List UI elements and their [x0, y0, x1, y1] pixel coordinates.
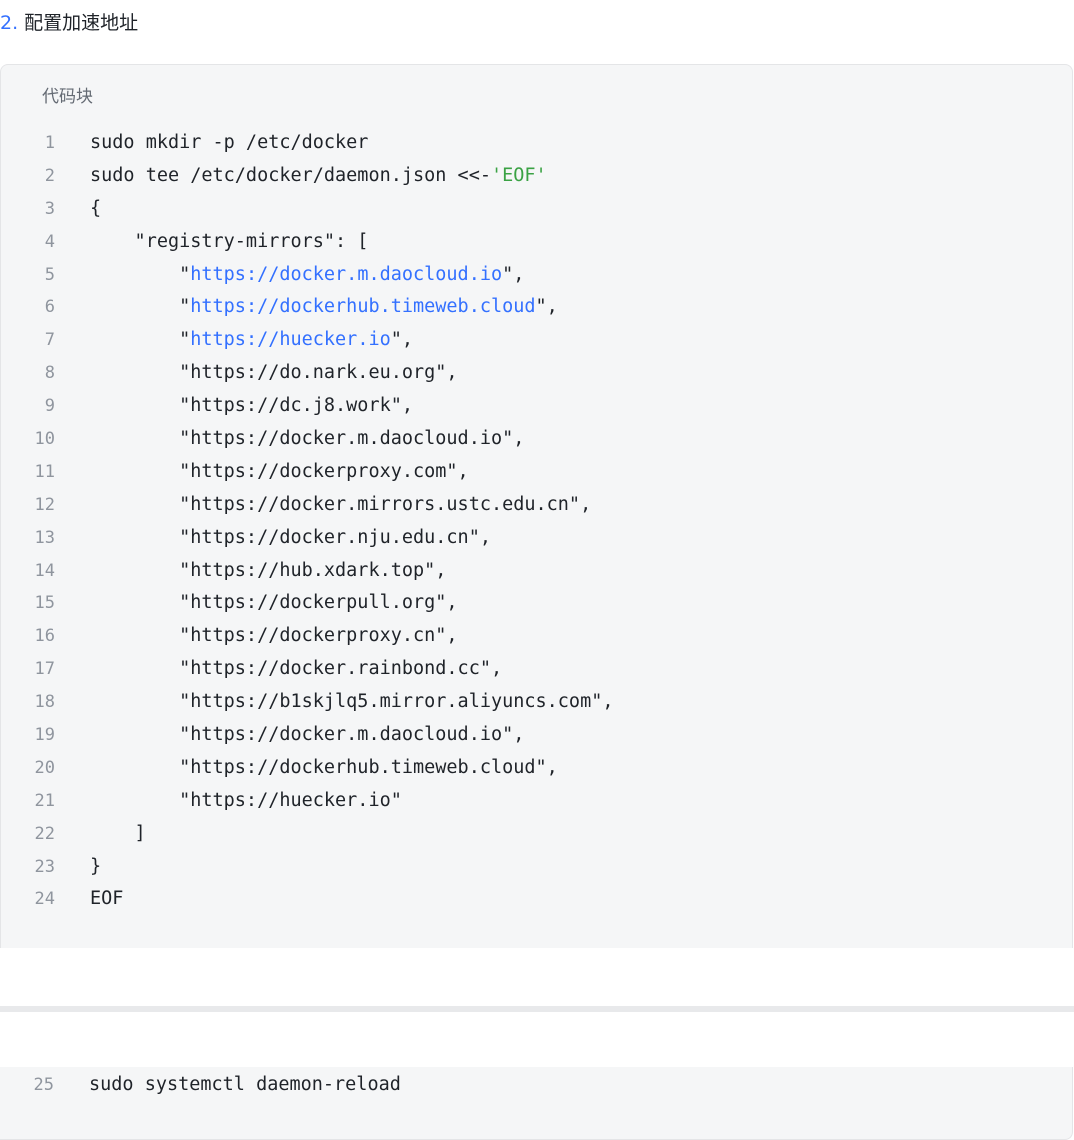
- line-number: 15: [34, 593, 55, 614]
- line-number: 21: [34, 790, 55, 811]
- code-text[interactable]: "https://do.nark.eu.org",: [90, 357, 457, 390]
- line-number: 3: [44, 198, 55, 219]
- code-text[interactable]: "registry-mirrors": [: [90, 226, 369, 259]
- code-line[interactable]: 8 "https://do.nark.eu.org",: [1, 357, 1072, 390]
- code-line[interactable]: 17 "https://docker.rainbond.cc",: [1, 653, 1072, 686]
- line-number: 1: [44, 133, 55, 153]
- line-number: 5: [44, 264, 55, 285]
- code-line[interactable]: 20 "https://dockerhub.timeweb.cloud",: [1, 752, 1072, 785]
- line-number: 14: [34, 560, 55, 581]
- code-text[interactable]: "https://huecker.io",: [90, 324, 413, 357]
- code-text[interactable]: "https://docker.nju.edu.cn",: [90, 522, 491, 555]
- line-number: 10: [34, 429, 55, 450]
- line-number: 16: [34, 626, 55, 647]
- line-number: 7: [44, 330, 55, 351]
- line-number: 24: [34, 889, 55, 910]
- code-text[interactable]: "https://docker.m.daocloud.io",: [90, 719, 524, 752]
- code-text[interactable]: "https://docker.m.daocloud.io",: [90, 259, 524, 292]
- code-line[interactable]: 24 EOF: [1, 883, 1072, 916]
- code-lines[interactable]: 1 sudo mkdir -p /etc/docker 2 sudo tee /etc…: [1, 127, 1072, 916]
- line-number: 20: [34, 757, 55, 778]
- code-line[interactable]: 12 "https://docker.mirrors.ustc.edu.cn",: [1, 489, 1072, 522]
- code-line[interactable]: 22 ]: [1, 818, 1072, 851]
- code-text[interactable]: "https://dockerhub.timeweb.cloud",: [90, 752, 558, 785]
- code-line[interactable]: 23}: [1, 851, 1072, 884]
- heading-number: 2.: [0, 12, 19, 34]
- code-segment: sudo tee /etc/docker/daemon.json <<-: [90, 164, 491, 186]
- code-block-continued[interactable]: 25 sudo systemctl daemon-reload: [0, 1067, 1073, 1140]
- heading-title: 配置加速地址: [24, 12, 139, 34]
- url-link[interactable]: https://huecker.io: [190, 329, 390, 350]
- code-line[interactable]: 14 "https://hub.xdark.top",: [1, 555, 1072, 588]
- line-number: 6: [44, 297, 55, 318]
- code-line[interactable]: 5 "https://docker.m.daocloud.io",: [1, 259, 1072, 292]
- code-text[interactable]: "https://dockerhub.timeweb.cloud",: [90, 291, 558, 324]
- line-number: 19: [34, 725, 55, 746]
- code-segment: ",: [535, 296, 558, 318]
- code-line[interactable]: 25 sudo systemctl daemon-reload: [0, 1069, 1072, 1102]
- code-line[interactable]: 4 "registry-mirrors": [: [1, 226, 1072, 259]
- code-block[interactable]: 代码块 1 sudo mkdir -p /etc/docker 2 sudo tee …: [0, 64, 1073, 948]
- line-number: 12: [34, 494, 55, 515]
- code-text[interactable]: "https://huecker.io": [90, 785, 402, 818]
- line-number: 13: [34, 527, 55, 548]
- code-line[interactable]: 9 "https://dc.j8.work",: [1, 390, 1072, 423]
- code-text[interactable]: EOF: [90, 883, 123, 916]
- url-link[interactable]: https://dockerhub.timeweb.cloud: [190, 296, 535, 317]
- code-segment: ": [90, 263, 191, 285]
- code-line[interactable]: 7 "https://huecker.io",: [1, 324, 1072, 357]
- code-segment: ",: [502, 263, 525, 285]
- code-text[interactable]: {: [90, 193, 101, 226]
- line-number: 4: [44, 231, 55, 252]
- code-text[interactable]: "https://dc.j8.work",: [90, 390, 413, 423]
- line-number: 25: [33, 1075, 54, 1095]
- code-text[interactable]: "https://docker.mirrors.ustc.edu.cn",: [90, 489, 591, 522]
- code-text[interactable]: sudo systemctl daemon-reload: [89, 1069, 401, 1102]
- code-line[interactable]: 6 "https://dockerhub.timeweb.cloud",: [1, 291, 1072, 324]
- code-text[interactable]: "https://hub.xdark.top",: [90, 555, 446, 588]
- code-text[interactable]: "https://docker.rainbond.cc",: [90, 653, 502, 686]
- code-text[interactable]: sudo mkdir -p /etc/docker: [90, 127, 368, 160]
- line-number: 22: [34, 823, 55, 844]
- code-segment: ": [90, 296, 191, 318]
- code-text[interactable]: }: [90, 851, 101, 884]
- code-line[interactable]: 19 "https://docker.m.daocloud.io",: [1, 719, 1072, 752]
- code-line[interactable]: 1 sudo mkdir -p /etc/docker: [1, 127, 1072, 160]
- line-number: 8: [44, 363, 55, 384]
- code-line[interactable]: 11 "https://dockerproxy.com",: [1, 456, 1072, 489]
- code-line[interactable]: 15 "https://dockerpull.org",: [1, 587, 1072, 620]
- code-text[interactable]: sudo tee /etc/docker/daemon.json <<-'EOF…: [90, 160, 547, 193]
- code-line[interactable]: 2 sudo tee /etc/docker/daemon.json <<-'EO…: [1, 160, 1072, 193]
- code-text[interactable]: "https://dockerproxy.com",: [90, 456, 469, 489]
- string-literal: 'EOF': [490, 164, 547, 186]
- code-line[interactable]: 21 "https://huecker.io": [1, 785, 1072, 818]
- section-heading: 2. 配置加速地址: [0, 8, 138, 38]
- line-number: 17: [34, 659, 55, 680]
- block-divider: [0, 948, 1074, 1012]
- line-number: 9: [44, 396, 55, 417]
- line-number: 11: [34, 461, 55, 482]
- code-text[interactable]: "https://b1skjlq5.mirror.aliyuncs.com",: [90, 686, 613, 719]
- code-text[interactable]: ]: [90, 818, 146, 851]
- line-number: 2: [44, 165, 55, 186]
- code-text[interactable]: "https://dockerproxy.cn",: [90, 620, 457, 653]
- line-number: 23: [34, 856, 55, 877]
- code-segment: ": [90, 329, 191, 351]
- code-line[interactable]: 13 "https://docker.nju.edu.cn",: [1, 522, 1072, 555]
- code-line[interactable]: 10 "https://docker.m.daocloud.io",: [1, 423, 1072, 456]
- code-line[interactable]: 16 "https://dockerproxy.cn",: [1, 620, 1072, 653]
- code-line[interactable]: 18 "https://b1skjlq5.mirror.aliyuncs.com…: [1, 686, 1072, 719]
- code-text[interactable]: "https://docker.m.daocloud.io",: [90, 423, 524, 456]
- code-text[interactable]: "https://dockerpull.org",: [90, 587, 457, 620]
- code-line[interactable]: 3{: [1, 193, 1072, 226]
- line-number: 18: [34, 692, 55, 713]
- url-link[interactable]: https://docker.m.daocloud.io: [190, 264, 502, 285]
- code-block-label: 代码块: [42, 87, 93, 107]
- code-segment: ",: [390, 329, 414, 351]
